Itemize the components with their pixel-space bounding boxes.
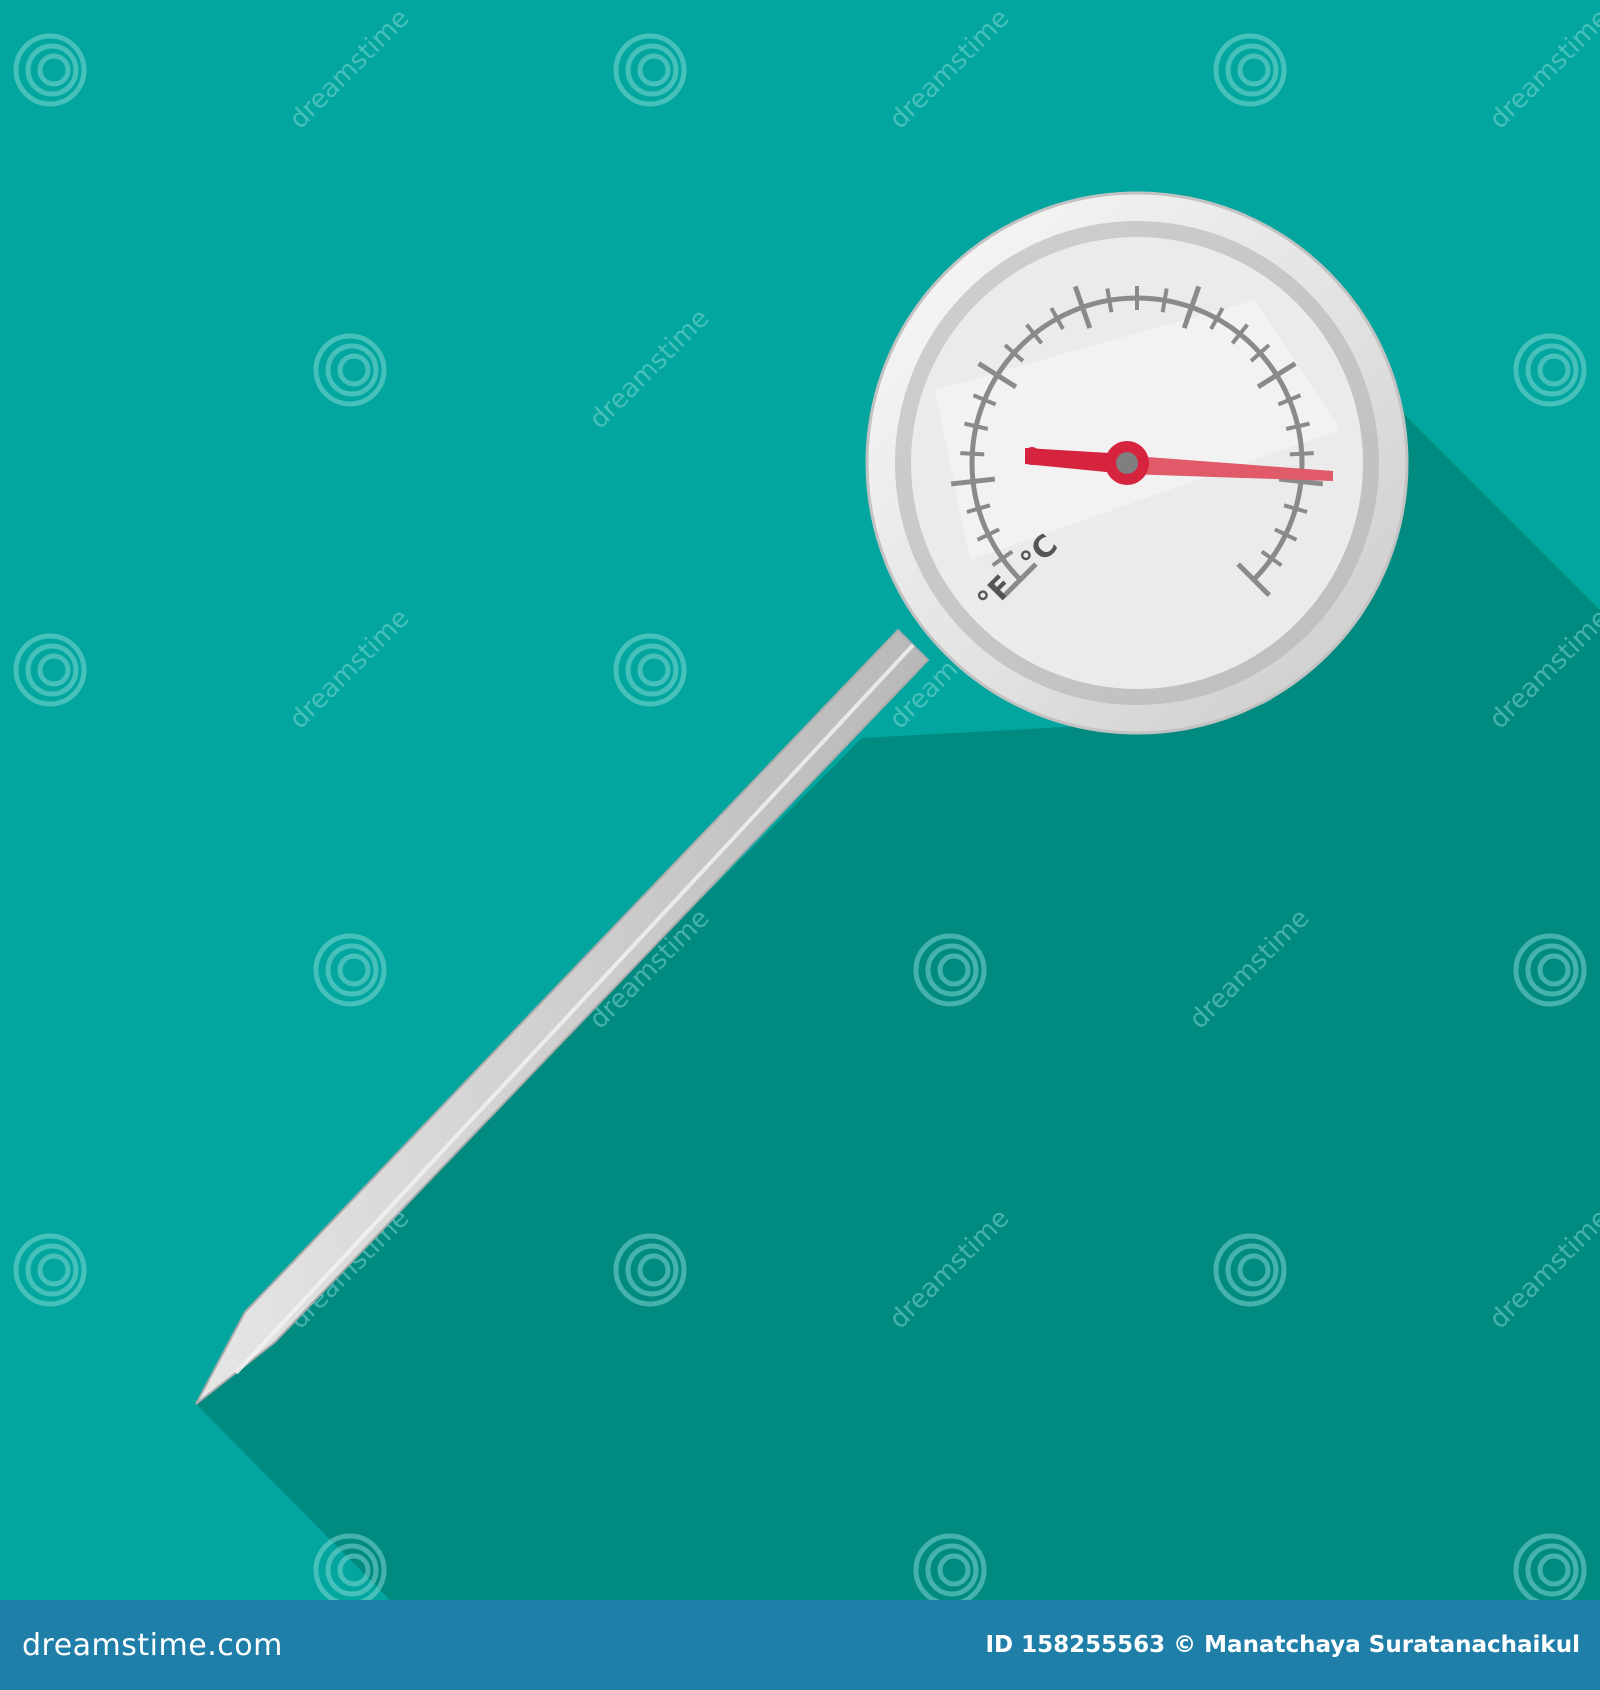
footer-brand[interactable]: dreamstime.com	[22, 1628, 283, 1663]
footer-credit: ID 158255563 © Manatchaya Suratanachaiku…	[985, 1632, 1580, 1658]
dial-tick	[960, 451, 985, 457]
dial-tick	[1289, 451, 1314, 457]
thermometer-dial: °C °F	[865, 191, 1409, 735]
footer-bar: dreamstime.com ID 158255563 © Manatchaya…	[0, 1600, 1600, 1690]
illustration-scene: dreamstime dreamstime dreamstimedreamstime…	[0, 0, 1600, 1600]
